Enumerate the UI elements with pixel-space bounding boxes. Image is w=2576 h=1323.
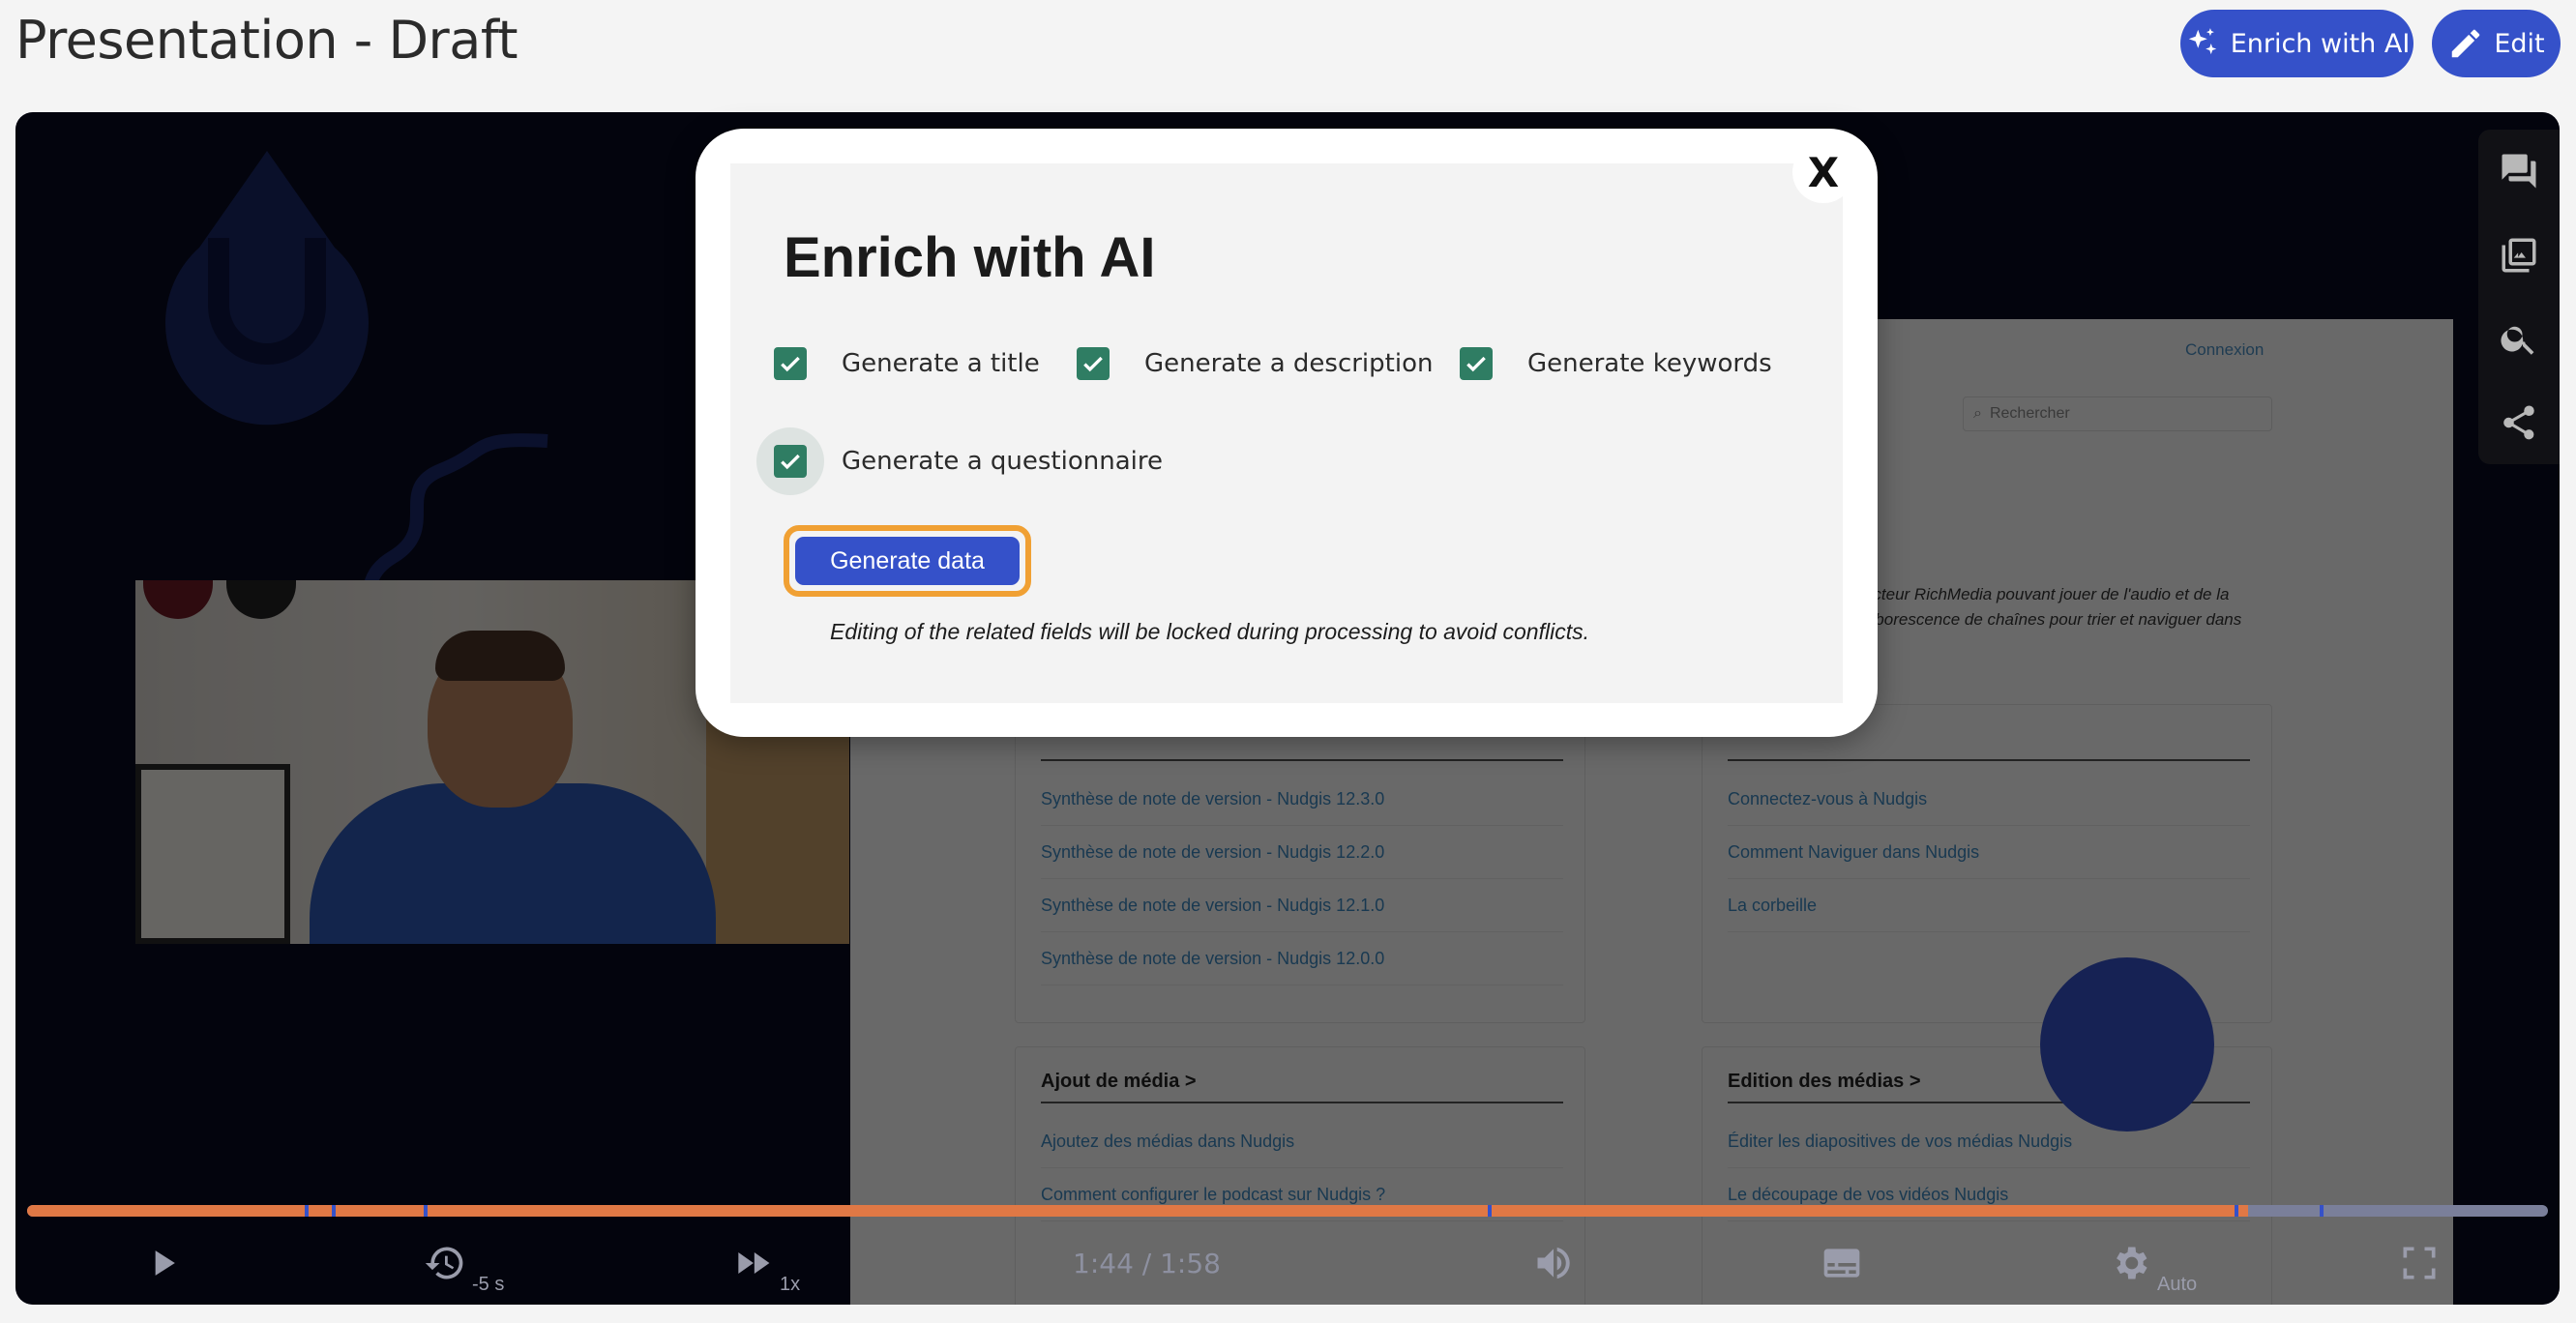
brand-logo-watermark [165,151,369,426]
time-display: 1:44 / 1:58 [1073,1224,1221,1302]
enrich-button-label: Enrich with AI [2230,28,2411,59]
check-icon [781,454,800,470]
slide-card-link: Synthèse de note de version - Nudgis 12.… [1041,773,1563,826]
chapter-marker [332,1205,336,1217]
speed-label: 1x [780,1274,801,1295]
slide-connexion-link: Connexion [2185,340,2265,359]
checkbox[interactable] [1077,347,1110,380]
play-overlay-circle [2040,957,2214,1132]
checkbox[interactable] [774,347,807,380]
slide-card-link: Éditer les diapositives de vos médias Nu… [1728,1115,2250,1168]
slide-search-icon: ⌕ [1973,405,1982,422]
slide-intro-text: n lecteur RichMedia pouvant jouer de l'a… [1847,582,2388,632]
slide-card-link: Synthèse de note de version - Nudgis 12.… [1041,826,1563,879]
quality-label: Auto [2157,1274,2198,1295]
option-label: Generate a questionnaire [842,447,1163,476]
pencil-icon [2452,29,2480,58]
search-icon[interactable] [2499,318,2539,359]
option-generate-keywords[interactable]: Generate keywords [1442,330,1772,397]
slide-search-box: ⌕ Rechercher [1963,397,2272,431]
slide-card-link: Ajoutez des médias dans Nudgis [1041,1115,1563,1168]
checkbox-wrap [756,330,824,397]
sparkles-icon [2188,28,2216,55]
slide-search-placeholder: Rechercher [1989,405,2070,422]
option-generate-description[interactable]: Generate a description [1059,330,1433,397]
progress-bar[interactable] [27,1205,2548,1217]
option-label: Generate a title [842,349,1040,378]
history-icon [425,1247,463,1279]
option-label: Generate a description [1144,349,1434,378]
slide-card-link: Comment Naviguer dans Nudgis [1728,826,2250,879]
checkbox-wrap [1059,330,1127,397]
check-icon [1083,356,1103,372]
slides-icon[interactable] [2499,235,2539,276]
speed-button[interactable]: 1x [731,1224,800,1302]
page-title: Presentation - Draft [15,10,518,71]
subtitles-button[interactable] [1821,1224,1863,1302]
checkbox-wrap [756,427,824,495]
processing-note: Editing of the related fields will be lo… [830,619,1589,644]
slide-card-title: Edition des médias > [1728,1071,1921,1092]
slide-card-title: Ajout de média > [1041,1071,1197,1092]
option-label: Generate keywords [1527,349,1772,378]
slide-card-link: Connectez-vous à Nudgis [1728,773,2250,826]
chapter-marker [305,1205,309,1217]
play-button[interactable] [141,1224,184,1302]
checkbox-wrap [1442,330,1510,397]
generate-data-focus-ring: Generate data [784,525,1031,597]
comments-icon[interactable] [2499,151,2539,191]
slide-card: Synthèse de note de version - Nudgis 12.… [1015,704,1585,1023]
chapter-marker [2320,1205,2324,1217]
settings-button[interactable]: Auto [2109,1224,2197,1302]
slide-card-link: La corbeille [1728,879,2250,932]
generate-data-button[interactable]: Generate data [795,537,1020,585]
share-icon[interactable] [2499,402,2539,443]
check-icon [781,356,800,372]
modal-title: Enrich with AI [784,226,1156,289]
rewind-label: -5 s [472,1274,505,1295]
fullscreen-icon [2403,1247,2436,1279]
rewind-button[interactable]: -5 s [424,1224,504,1302]
slide-card-link: Synthèse de note de version - Nudgis 12.… [1041,932,1563,985]
volume-button[interactable] [1532,1224,1575,1302]
progress-fill [27,1205,2248,1217]
enrich-with-ai-button[interactable]: Enrich with AI [2180,10,2413,77]
edit-button-label: Edit [2494,28,2545,59]
chapter-marker [2235,1205,2238,1217]
enrich-modal: X Enrich with AI Generate a title Genera… [696,129,1878,737]
slide-intro-line: e arborescence de chaînes pour trier et … [1847,610,2242,629]
slide-card: Connectez-vous à Nudgis Comment Naviguer… [1702,704,2272,1023]
volume-icon [1537,1247,1570,1279]
check-icon [1466,356,1486,372]
time-readout: 1:44 / 1:58 [1073,1247,1221,1279]
checkbox[interactable] [774,445,807,478]
play-icon [155,1250,175,1276]
fast-forward-icon [738,1252,770,1274]
edit-button[interactable]: Edit [2432,10,2561,77]
fullscreen-button[interactable] [2398,1224,2441,1302]
chapter-marker [1488,1205,1492,1217]
slide-card-link: Synthèse de note de version - Nudgis 12.… [1041,879,1563,932]
subtitles-icon [1823,1249,1860,1278]
chapter-marker [424,1205,428,1217]
gear-icon [2117,1247,2147,1279]
option-generate-questionnaire[interactable]: Generate a questionnaire [756,427,1163,495]
checkbox[interactable] [1460,347,1493,380]
portrait-frame [135,764,290,944]
close-button[interactable]: X [1792,141,1854,203]
player-side-toolbar [2478,130,2560,464]
slide-intro-line: n lecteur RichMedia pouvant jouer de l'a… [1847,585,2230,603]
option-generate-title[interactable]: Generate a title [756,330,1040,397]
